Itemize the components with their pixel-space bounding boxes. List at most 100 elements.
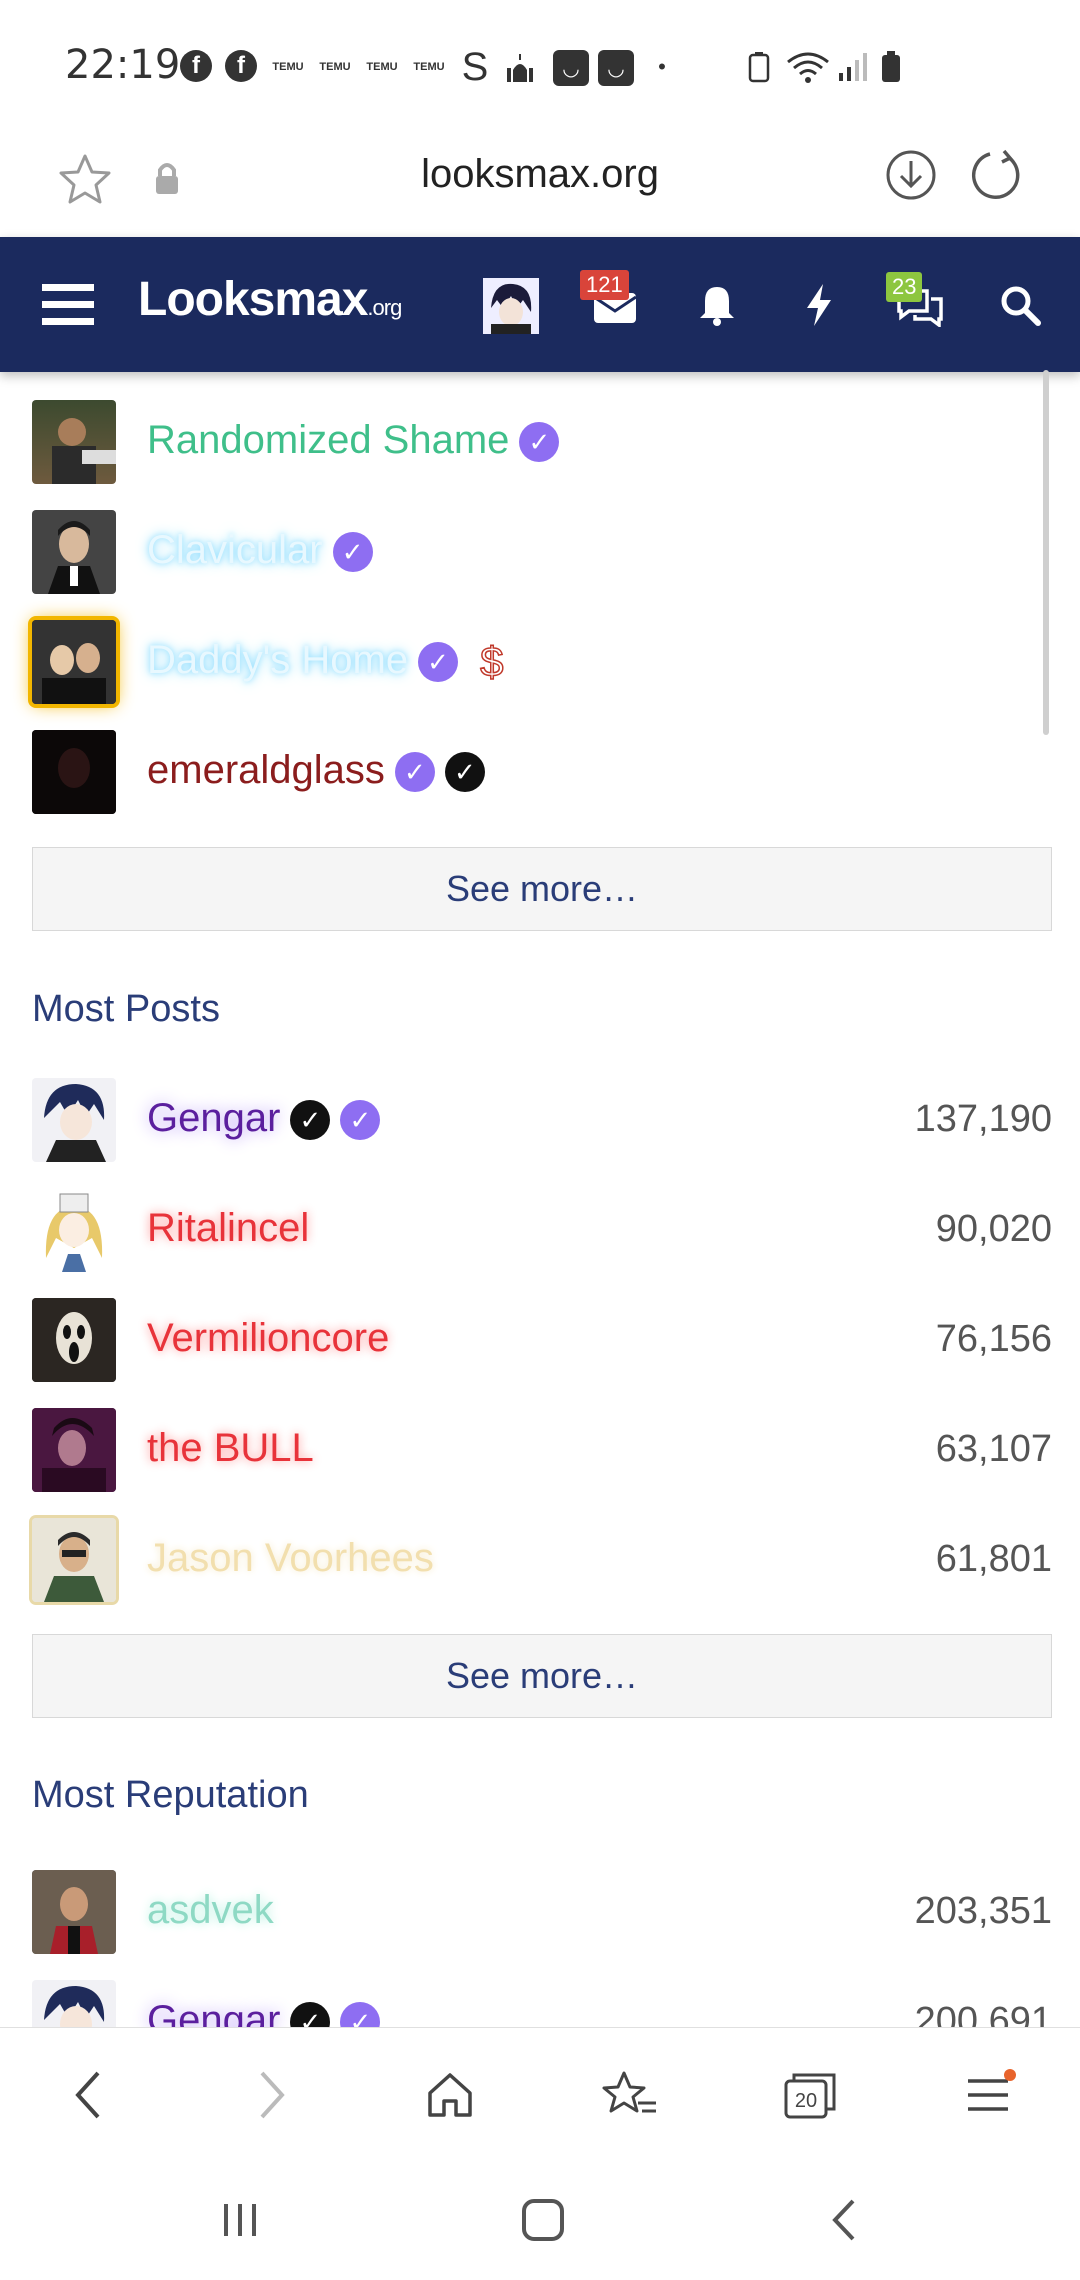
shopping-bag-icon: ◡ [553, 50, 589, 86]
member-name[interactable]: Vermilioncore [147, 1316, 389, 1361]
member-name[interactable]: emeraldglass ✓ ✓ [147, 748, 485, 793]
search-icon[interactable] [995, 280, 1045, 330]
hamburger-menu-icon[interactable] [40, 280, 96, 330]
see-more-button[interactable]: See more… [32, 1634, 1052, 1718]
see-more-button[interactable]: See more… [32, 847, 1052, 931]
avatar[interactable] [32, 1980, 116, 2027]
post-count: 63,107 [935, 1428, 1052, 1470]
member-name-text: Ritalincel [147, 1206, 310, 1250]
reputation-count: 203,351 [914, 1890, 1052, 1932]
recent-apps-icon[interactable] [205, 2185, 275, 2255]
list-item[interactable]: Randomized Shame ✓ [32, 400, 1052, 500]
status-time: 22:19 [65, 42, 181, 88]
section-title-most-reputation[interactable]: Most Reputation [32, 1774, 309, 1817]
avatar[interactable] [32, 1188, 116, 1272]
lightning-icon[interactable] [794, 280, 844, 330]
member-name-text: Daddy's Home [147, 638, 409, 682]
table-row[interactable]: asdvek 203,351 [32, 1870, 1052, 1970]
avatar[interactable] [32, 730, 116, 814]
user-avatar[interactable] [483, 278, 539, 334]
reputation-count: 200,691 [914, 2000, 1052, 2027]
temu-icon: TEMU [319, 60, 351, 73]
member-name-text: Gengar [147, 1998, 281, 2027]
member-name[interactable]: Randomized Shame ✓ [147, 418, 560, 463]
member-name-text: asdvek [147, 1888, 274, 1932]
table-row[interactable]: Ritalincel 90,020 [32, 1188, 1052, 1288]
avatar[interactable] [32, 400, 116, 484]
wifi-icon [784, 50, 832, 84]
member-name-text: Clavicular [147, 528, 323, 572]
facebook-icon: f [225, 50, 257, 82]
conversations-badge: 23 [886, 272, 923, 302]
avatar[interactable] [32, 1298, 116, 1382]
member-name-text: the BULL [147, 1426, 314, 1470]
member-name-text: Vermilioncore [147, 1316, 390, 1360]
avatar[interactable] [32, 1870, 116, 1954]
list-item[interactable]: Daddy's Home ✓ $ [32, 620, 1052, 720]
avatar[interactable] [32, 1408, 116, 1492]
menu-icon[interactable] [950, 2060, 1030, 2130]
home-icon[interactable] [410, 2060, 490, 2130]
shopping-bag-icon: ◡ [598, 50, 634, 86]
forward-button[interactable] [232, 2060, 312, 2130]
table-row[interactable]: the BULL 63,107 [32, 1408, 1052, 1508]
post-count: 61,801 [935, 1538, 1052, 1580]
list-item[interactable]: Clavicular ✓ [32, 510, 1052, 610]
check-badge-icon: ✓ [290, 2002, 331, 2027]
site-logo[interactable]: Looksmax.org [138, 272, 402, 327]
logo-suffix: .org [367, 295, 402, 320]
home-button-icon[interactable] [508, 2185, 578, 2255]
verified-badge-icon: ✓ [332, 532, 373, 573]
check-badge-icon: ✓ [290, 1100, 331, 1141]
verified-badge-icon: ✓ [519, 422, 560, 463]
post-count: 137,190 [914, 1098, 1052, 1140]
table-row[interactable]: Jason Voorhees 61,801 [32, 1518, 1052, 1618]
list-item[interactable]: emeraldglass ✓ ✓ [32, 730, 1052, 830]
more-dot: • [658, 54, 666, 79]
download-icon[interactable] [883, 147, 939, 203]
member-name-text: Jason Voorhees [147, 1536, 434, 1580]
signal-icon [836, 50, 870, 84]
member-name[interactable]: Gengar ✓ ✓ [147, 1998, 381, 2027]
avatar[interactable] [32, 1078, 116, 1162]
member-name[interactable]: Clavicular ✓ [147, 528, 373, 573]
back-button[interactable] [48, 2060, 128, 2130]
member-name[interactable]: Gengar ✓ ✓ [147, 1096, 381, 1141]
avatar[interactable] [32, 1518, 116, 1602]
member-name[interactable]: the BULL [147, 1426, 314, 1471]
member-name-text: Gengar [147, 1096, 281, 1140]
s-icon: S [461, 44, 489, 89]
temu-icon: TEMU [366, 60, 398, 73]
facebook-icon: f [180, 50, 212, 82]
member-name[interactable]: asdvek [147, 1888, 274, 1933]
bell-icon[interactable] [692, 280, 742, 330]
temu-icon: TEMU [413, 60, 445, 73]
tabs-icon[interactable]: 20 [770, 2060, 850, 2130]
svg-text:20: 20 [795, 2090, 817, 2112]
battery-icon [878, 50, 904, 84]
bookmarks-icon[interactable] [590, 2060, 670, 2130]
member-name[interactable]: Ritalincel [147, 1206, 309, 1251]
table-row[interactable]: Vermilioncore 76,156 [32, 1298, 1052, 1398]
avatar[interactable] [32, 510, 116, 594]
inbox-badge: 121 [580, 270, 629, 300]
temu-icon: TEMU [272, 60, 304, 73]
post-count: 90,020 [935, 1208, 1052, 1250]
verified-badge-icon: ✓ [418, 642, 459, 683]
check-badge-icon: ✓ [444, 752, 485, 793]
mosque-icon [502, 50, 538, 84]
member-name-text: emeraldglass [147, 748, 385, 792]
table-row[interactable]: Gengar ✓ ✓ 200,691 [32, 1980, 1052, 2027]
avatar[interactable] [32, 620, 116, 704]
member-name-text: Randomized Shame [147, 418, 510, 462]
donor-dollar-icon: $ [479, 638, 504, 687]
member-name[interactable]: Jason Voorhees [147, 1536, 434, 1581]
reload-icon[interactable] [968, 147, 1024, 203]
post-count: 76,156 [935, 1318, 1052, 1360]
system-back-icon[interactable] [810, 2185, 880, 2255]
table-row[interactable]: Gengar ✓ ✓ 137,190 [32, 1078, 1052, 1178]
member-name[interactable]: Daddy's Home ✓ $ [147, 638, 504, 687]
section-title-most-posts[interactable]: Most Posts [32, 988, 220, 1031]
logo-text: Looksmax [138, 273, 368, 326]
verified-badge-icon: ✓ [340, 2002, 381, 2027]
